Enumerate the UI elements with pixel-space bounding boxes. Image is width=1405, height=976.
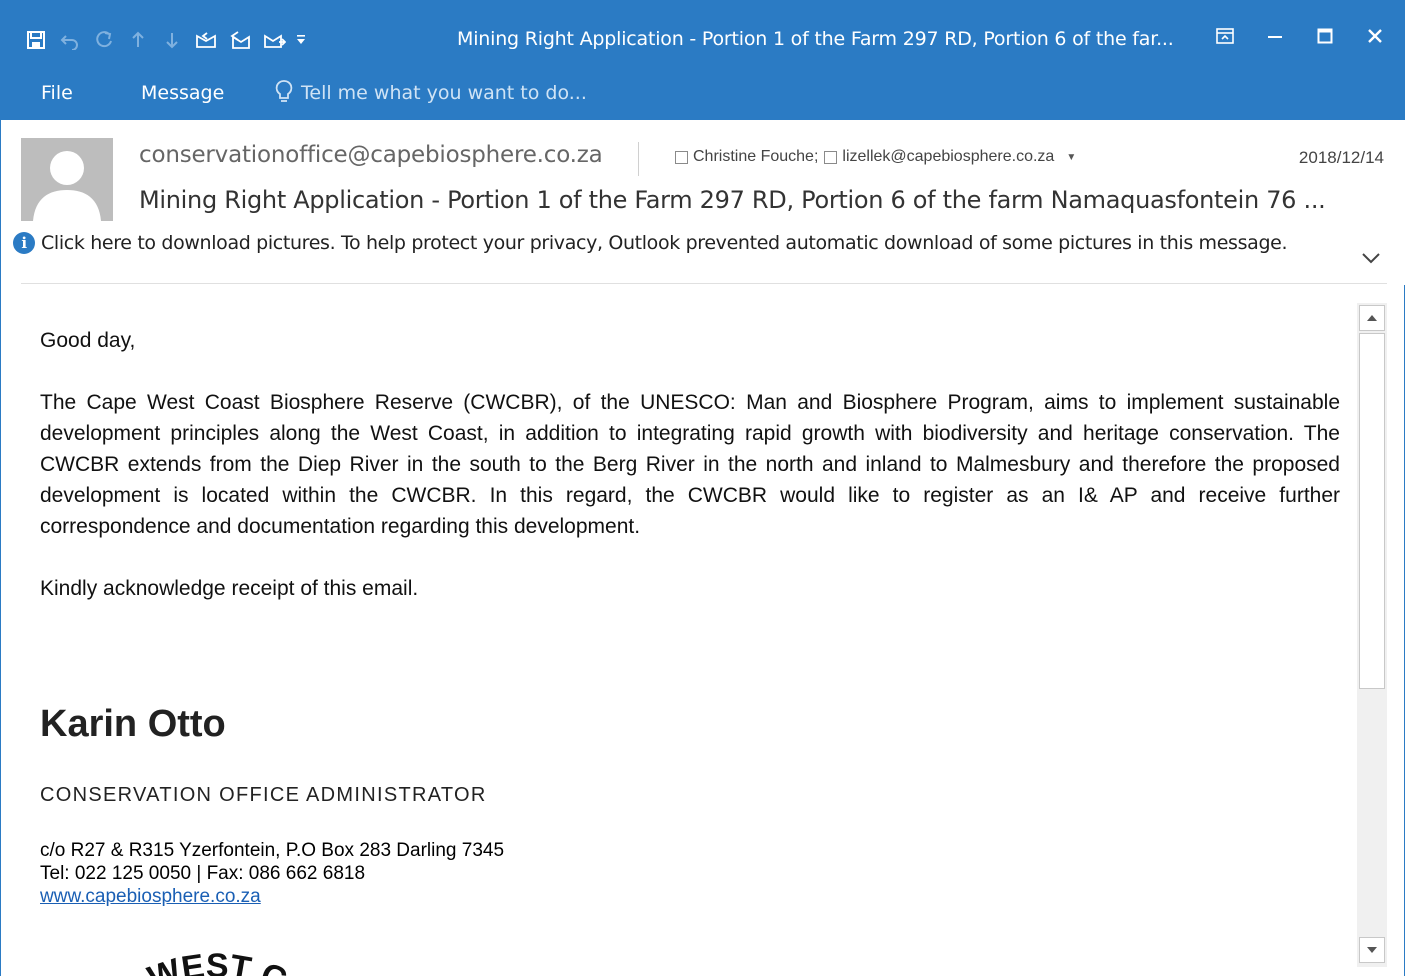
chevron-down-icon[interactable] xyxy=(1360,250,1382,266)
signature-contact: c/o R27 & R315 Yzerfontein, P.O Box 283 … xyxy=(40,839,504,908)
reply-all-icon[interactable] xyxy=(223,20,257,60)
recipient-checkbox-icon[interactable] xyxy=(824,150,838,164)
header-separator xyxy=(21,283,1387,284)
scroll-thumb[interactable] xyxy=(1359,333,1385,689)
reply-icon[interactable] xyxy=(189,20,223,60)
tell-me-placeholder: Tell me what you want to do... xyxy=(301,82,587,104)
redo-icon[interactable] xyxy=(87,20,121,60)
recipient-1[interactable]: Christine Fouche; xyxy=(693,148,818,166)
sent-date: 2018/12/14 xyxy=(1298,148,1384,167)
tab-message[interactable]: Message xyxy=(141,82,224,104)
info-bar-text[interactable]: Click here to download pictures. To help… xyxy=(41,232,1288,254)
quick-access-toolbar xyxy=(19,20,311,60)
header-divider xyxy=(638,142,639,176)
signature-address: c/o R27 & R315 Yzerfontein, P.O Box 283 … xyxy=(40,840,505,861)
scroll-up-button[interactable] xyxy=(1359,305,1385,331)
outlook-message-window: Mining Right Application - Portion 1 of … xyxy=(0,0,1405,976)
biosphere-logo: WEST C xyxy=(143,947,292,976)
message-subject: Mining Right Application - Portion 1 of … xyxy=(139,186,1326,214)
svg-text:WEST C: WEST C xyxy=(143,947,292,976)
message-header: conservationoffice@capebiosphere.co.za C… xyxy=(1,120,1405,285)
recipients-dropdown-icon[interactable]: ▼ xyxy=(1066,152,1076,163)
close-icon[interactable] xyxy=(1350,18,1400,54)
save-icon[interactable] xyxy=(19,20,53,60)
customize-dropdown-icon[interactable] xyxy=(291,20,311,60)
minimize-icon[interactable] xyxy=(1250,18,1300,54)
info-icon: i xyxy=(13,232,35,254)
sender-avatar xyxy=(21,138,113,221)
recipient-checkbox-icon[interactable] xyxy=(675,150,688,164)
signature-website-link[interactable]: www.capebiosphere.co.za xyxy=(40,885,504,908)
mail-content: Good day, The Cape West Coast Biosphere … xyxy=(40,325,1340,976)
tab-file[interactable]: File xyxy=(41,82,73,104)
ribbon-tabs: File Message Tell me what you want to do… xyxy=(1,72,1405,120)
recipients: Christine Fouche; lizellek@capebiosphere… xyxy=(675,148,1076,166)
signature-role: CONSERVATION OFFICE ADMINISTRATOR xyxy=(40,784,487,806)
undo-icon[interactable] xyxy=(53,20,87,60)
greeting: Good day, xyxy=(40,329,136,352)
signature-name: Karin Otto xyxy=(40,703,226,745)
next-item-icon[interactable] xyxy=(155,20,189,60)
window-controls xyxy=(1200,18,1400,54)
vertical-scrollbar[interactable] xyxy=(1357,303,1387,967)
message-body: Good day, The Cape West Coast Biosphere … xyxy=(1,285,1357,976)
lightbulb-icon xyxy=(275,80,293,102)
info-bar[interactable]: i Click here to download pictures. To he… xyxy=(13,232,1288,254)
arrow-down-icon xyxy=(1367,947,1377,953)
forward-icon[interactable] xyxy=(257,20,291,60)
arrow-up-icon xyxy=(1367,315,1377,321)
tell-me-search[interactable]: Tell me what you want to do... xyxy=(273,78,587,108)
closing-line: Kindly acknowledge receipt of this email… xyxy=(40,577,419,600)
scroll-down-button[interactable] xyxy=(1359,937,1385,963)
ribbon-display-icon[interactable] xyxy=(1200,18,1250,54)
body-paragraph: The Cape West Coast Biosphere Reserve (C… xyxy=(40,391,1340,538)
maximize-icon[interactable] xyxy=(1300,18,1350,54)
sender-address[interactable]: conservationoffice@capebiosphere.co.za xyxy=(139,142,603,168)
logo-text: WEST C xyxy=(143,947,292,976)
title-bar: Mining Right Application - Portion 1 of … xyxy=(1,0,1405,72)
window-title: Mining Right Application - Portion 1 of … xyxy=(457,28,1174,50)
previous-item-icon[interactable] xyxy=(121,20,155,60)
signature-phone: Tel: 022 125 0050 | Fax: 086 662 6818 xyxy=(40,863,366,884)
recipient-2[interactable]: lizellek@capebiosphere.co.za xyxy=(842,148,1054,166)
